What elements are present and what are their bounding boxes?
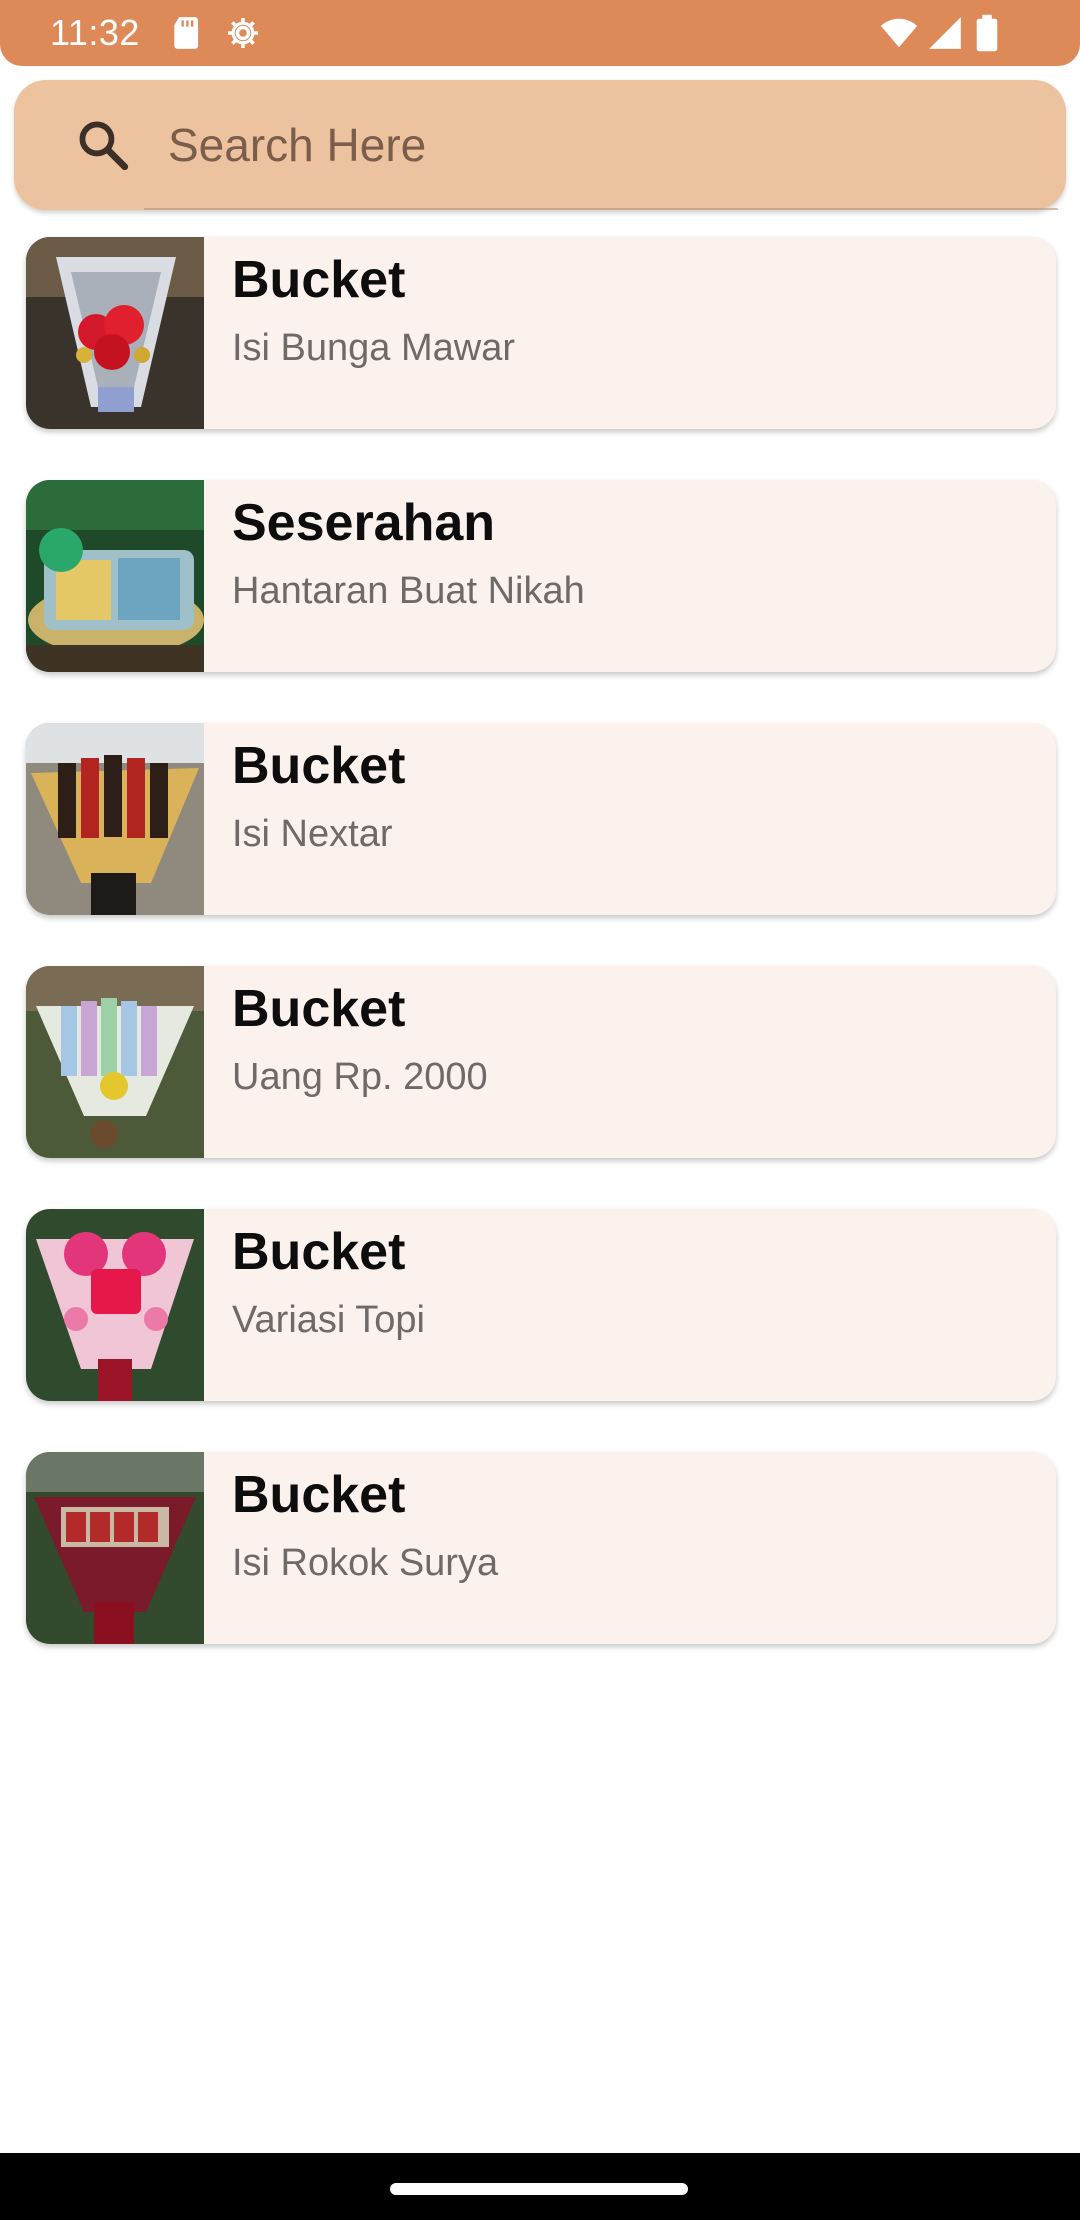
item-subtitle: Uang Rp. 2000 [232, 1056, 488, 1098]
settings-gear-icon [224, 14, 262, 52]
snack-bouquet-photo [26, 723, 204, 915]
battery-icon [972, 14, 1002, 52]
search-input[interactable] [168, 110, 1028, 180]
item-subtitle: Variasi Topi [232, 1299, 425, 1341]
item-title: Bucket [232, 737, 406, 795]
list-item[interactable]: Bucket Isi Rokok Surya [26, 1452, 1056, 1644]
item-title: Bucket [232, 1466, 406, 1524]
list-item[interactable]: Bucket Variasi Topi [26, 1209, 1056, 1401]
cigarette-bouquet-photo [26, 1452, 204, 1644]
list-item[interactable]: Bucket Isi Bunga Mawar [26, 237, 1056, 429]
search-bar[interactable] [14, 80, 1066, 210]
item-subtitle: Isi Rokok Surya [232, 1542, 499, 1584]
list-item[interactable]: Seserahan Hantaran Buat Nikah [26, 480, 1056, 672]
sd-card-icon [168, 14, 206, 52]
item-title: Bucket [232, 1223, 406, 1281]
wifi-icon [880, 14, 918, 52]
cell-signal-icon [926, 14, 964, 52]
product-list: Bucket Isi Bunga Mawar Seserahan Hantara… [26, 237, 1056, 1695]
item-subtitle: Isi Nextar [232, 813, 393, 855]
wedding-gift-hamper-photo [26, 480, 204, 672]
hat-bouquet-photo [26, 1209, 204, 1401]
money-bouquet-photo [26, 966, 204, 1158]
list-item[interactable]: Bucket Uang Rp. 2000 [26, 966, 1056, 1158]
item-subtitle: Isi Bunga Mawar [232, 327, 516, 369]
search-icon[interactable] [74, 116, 132, 174]
item-title: Bucket [232, 251, 406, 309]
item-title: Seserahan [232, 494, 496, 552]
item-title: Bucket [232, 980, 406, 1038]
search-underline [144, 208, 1058, 210]
home-gesture-handle[interactable] [390, 2183, 688, 2195]
status-time: 11:32 [50, 12, 140, 53]
item-subtitle: Hantaran Buat Nikah [232, 570, 585, 612]
red-rose-bouquet-photo [26, 237, 204, 429]
navigation-bar [0, 2153, 1080, 2220]
status-bar: 11:32 [0, 0, 1080, 66]
list-item[interactable]: Bucket Isi Nextar [26, 723, 1056, 915]
